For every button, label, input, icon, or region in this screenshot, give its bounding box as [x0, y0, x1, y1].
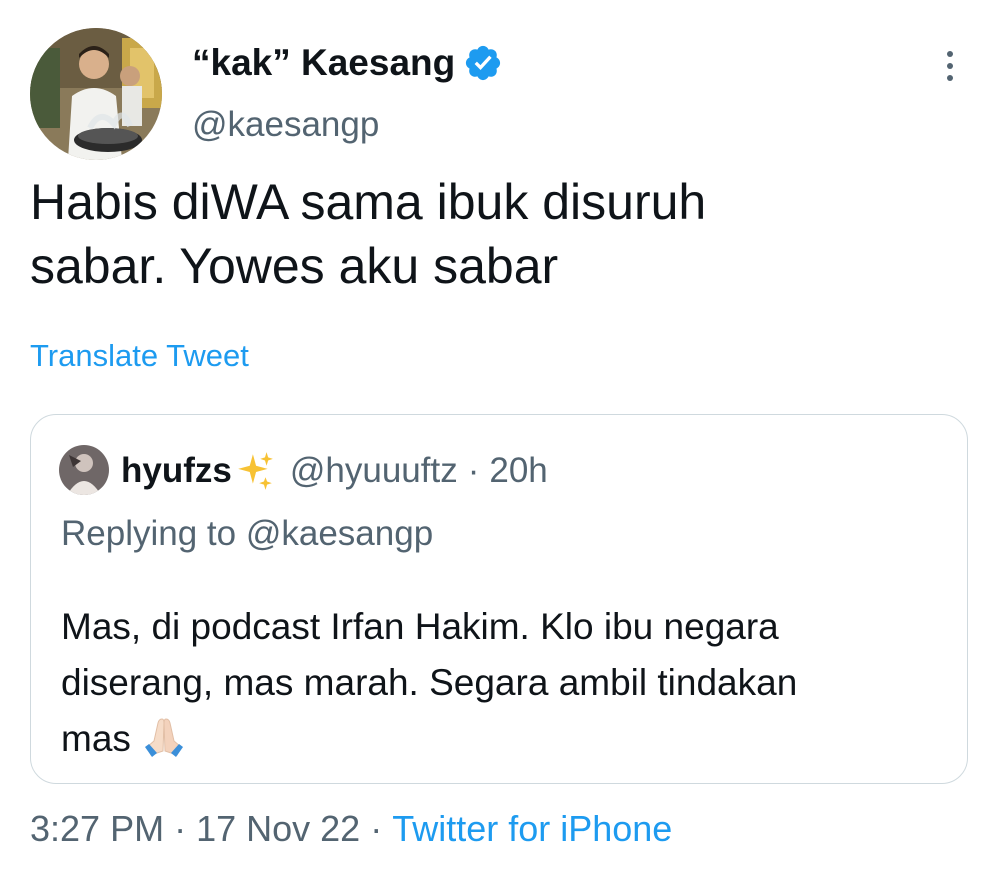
quoted-time[interactable]: 20h [489, 447, 547, 495]
quoted-handle[interactable]: @hyuuuftz [290, 447, 458, 495]
translate-tweet-link[interactable]: Translate Tweet [30, 336, 249, 376]
quoted-display-name[interactable]: hyufzs [121, 447, 232, 495]
quoted-separator: · [467, 451, 480, 490]
replying-prefix: Replying to [61, 514, 237, 553]
replying-to: Replying to @kaesangp [61, 511, 433, 557]
tweet-time[interactable]: 3:27 PM [30, 808, 164, 849]
tweet-meta: 3:27 PM · 17 Nov 22 · Twitter for iPhone [30, 806, 672, 852]
folded-hands-icon [141, 717, 187, 757]
author-name-text: “kak” Kaesang [192, 42, 456, 83]
quoted-header: hyufzs @hyuuuftz · 20h [121, 447, 548, 495]
author-display-name[interactable]: “kak” Kaesang [192, 40, 503, 86]
more-dot [947, 51, 953, 57]
quoted-text-line-last: mas [61, 711, 941, 767]
author-avatar[interactable] [30, 28, 162, 160]
quoted-text-line: diserang, mas marah. Segara ambil tindak… [61, 662, 798, 703]
quoted-tweet-card[interactable]: hyufzs @hyuuuftz · 20h Replying to @kaes… [30, 414, 968, 784]
more-dot [947, 63, 953, 69]
more-options-icon[interactable] [930, 44, 970, 88]
meta-separator: · [174, 808, 187, 849]
tweet-date[interactable]: 17 Nov 22 [196, 808, 360, 849]
author-handle[interactable]: @kaesangp [192, 102, 379, 148]
quoted-text-line: Mas, di podcast Irfan Hakim. Klo ibu neg… [61, 606, 779, 647]
tweet-source-link[interactable]: Twitter for iPhone [392, 808, 672, 849]
sparkles-icon [234, 450, 276, 492]
tweet-text-line: sabar. Yowes aku sabar [30, 238, 559, 294]
verified-badge-icon [463, 43, 503, 83]
replying-mention[interactable]: @kaesangp [246, 514, 433, 553]
meta-separator: · [370, 808, 383, 849]
quoted-text: Mas, di podcast Irfan Hakim. Klo ibu neg… [61, 599, 941, 767]
chef-photo [30, 28, 162, 160]
tweet-text: Habis diWA sama ibuk disuruh sabar. Yowe… [30, 170, 960, 298]
tweet-text-line: Habis diWA sama ibuk disuruh [30, 174, 707, 230]
quoted-avatar-image [59, 445, 109, 495]
more-dot [947, 75, 953, 81]
tweet: “kak” Kaesang @kaesangp Habis diWA sama … [0, 0, 1000, 869]
quoted-text-word: mas [61, 718, 131, 759]
quoted-author-avatar[interactable] [59, 445, 109, 495]
